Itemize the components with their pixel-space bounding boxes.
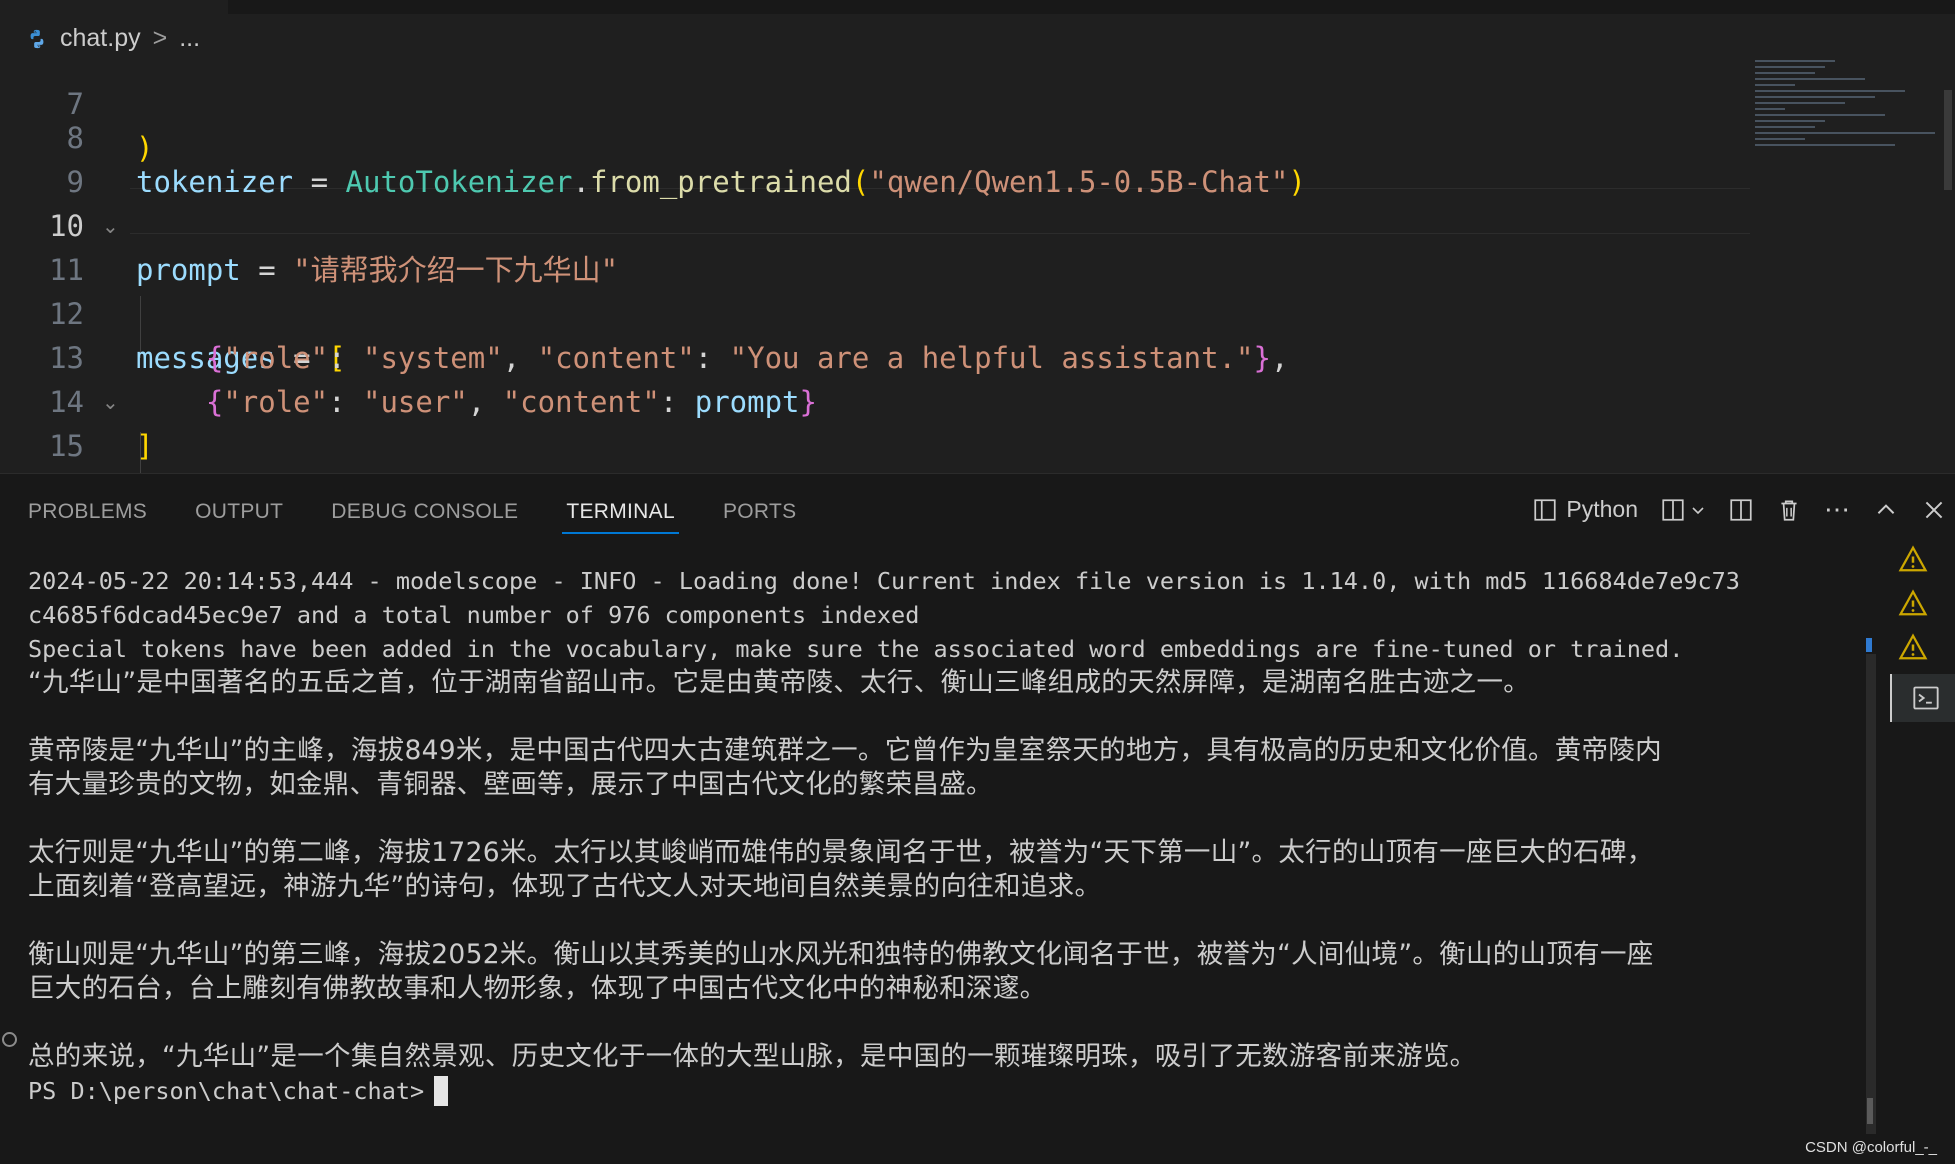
close-icon[interactable] (1921, 497, 1947, 523)
terminal-shell-selector[interactable]: Python (1532, 496, 1638, 523)
code-line[interactable]: 9 (0, 116, 1760, 199)
code-line[interactable]: 14 ] (0, 336, 1760, 463)
tab-ports[interactable]: PORTS (723, 500, 796, 532)
tab-debug-console[interactable]: DEBUG CONSOLE (331, 500, 518, 532)
response-line: 总的来说，“九华山”是一个集自然景观、历史文化于一体的大型山脉，是中国的一颗璀璨… (28, 1041, 1477, 1072)
terminal-line: 2024-05-22 20:14:53,444 - modelscope - I… (28, 567, 1740, 595)
warning-icon[interactable] (1898, 632, 1928, 662)
breadcrumb-file[interactable]: chat.py (60, 24, 141, 53)
trash-icon[interactable] (1776, 497, 1802, 523)
command-decoration-icon[interactable] (2, 1032, 17, 1047)
fold-chevron-icon[interactable]: ⌄ (102, 204, 119, 248)
response-line: 巨大的石台，台上雕刻有佛教故事和人物形象，体现了中国古代文化中的神秘和深邃。 (28, 973, 1047, 1004)
breadcrumb-separator: > (152, 24, 168, 52)
terminal-instance-button[interactable] (1890, 674, 1955, 722)
response-line: 衡山则是“九华山”的第三峰，海拔2052米。衡山以其秀美的山水风光和独特的佛教文… (28, 939, 1654, 970)
shell-label: Python (1566, 496, 1638, 522)
terminal-output[interactable]: 2024-05-22 20:14:53,444 - modelscope - I… (28, 564, 1848, 1108)
code-line[interactable]: 10 prompt = "请帮我介绍一下九华山" (0, 160, 1760, 287)
python-file-icon (30, 29, 44, 48)
warning-icon[interactable] (1898, 588, 1928, 618)
split-dropdown-button[interactable] (1660, 497, 1706, 523)
terminal-cursor (434, 1076, 449, 1106)
chevron-up-icon[interactable] (1873, 497, 1899, 523)
editor-scrollbar[interactable] (1944, 90, 1952, 190)
watermark: CSDN @colorful_-_ (1805, 1139, 1937, 1156)
minimap[interactable] (1755, 60, 1955, 240)
warning-icon[interactable] (1898, 544, 1928, 574)
fold-chevron-icon[interactable]: ⌄ (102, 380, 119, 424)
breadcrumb-more[interactable]: ... (179, 24, 200, 53)
split-terminal-icon (1534, 498, 1557, 521)
scroll-marker (1866, 638, 1872, 652)
terminal-prompt-line[interactable]: PS D:\person\chat\chat-chat> (28, 1074, 1848, 1108)
scroll-thumb[interactable] (1867, 1098, 1873, 1124)
more-actions-icon[interactable]: ⋯ (1824, 494, 1851, 525)
code-editor[interactable]: 7 ) 8 tokenizer = AutoTokenizer.from_pre… (0, 60, 1955, 473)
breadcrumb-bar: chat.py > ... (0, 0, 1955, 60)
response-line: “九华山”是中国著名的五岳之首，位于湖南省韶山市。它是由黄帝陵、太行、衡山三峰组… (28, 667, 1531, 698)
bottom-panel: PROBLEMS OUTPUT DEBUG CONSOLE TERMINAL P… (0, 473, 1955, 1164)
panel-tabs: PROBLEMS OUTPUT DEBUG CONSOLE TERMINAL P… (28, 500, 796, 534)
panel-toolbar: Python ⋯ (1532, 494, 1947, 525)
terminal-line: c4685f6dcad45ec9e7 and a total number of… (28, 601, 920, 629)
breadcrumb: chat.py > ... (26, 24, 200, 53)
editor-tab-strip (228, 0, 1955, 14)
chevron-down-icon (1692, 506, 1704, 514)
tab-output[interactable]: OUTPUT (195, 500, 283, 532)
response-line: 有大量珍贵的文物，如金鼎、青铜器、壁画等，展示了中国古代文化的繁荣昌盛。 (28, 769, 993, 800)
code-line[interactable]: 15 ⌄ text = tokenizer.apply_chat_templat… (0, 380, 1760, 463)
code-line[interactable]: 13 {"role": "user", "content": prompt} (0, 292, 1760, 419)
layout-icon (1662, 498, 1684, 521)
code-line[interactable]: 8 tokenizer = AutoTokenizer.from_pretrai… (0, 72, 1760, 199)
terminal-scrollbar[interactable] (1866, 638, 1876, 1134)
terminal-icon (1913, 686, 1939, 710)
response-line: 黄帝陵是“九华山”的主峰，海拔849米，是中国古代四大古建筑群之一。它曾作为皇室… (28, 735, 1662, 766)
tab-problems[interactable]: PROBLEMS (28, 500, 147, 532)
response-line: 太行则是“九华山”的第二峰，海拔1726米。太行以其峻峭而雄伟的景象闻名于世，被… (28, 837, 1654, 868)
response-line: 上面刻着“登高望远，神游九华”的诗句，体现了古代文人对天地间自然美景的向往和追求… (28, 871, 1102, 902)
split-editor-icon[interactable] (1728, 497, 1754, 523)
shell-prompt: PS D:\person\chat\chat-chat> (28, 1077, 425, 1105)
code-line[interactable]: 16 messages, (0, 424, 1760, 468)
code-line[interactable]: 11 ⌄ messages = [ (0, 204, 1760, 375)
terminal-line: Special tokens have been added in the vo… (28, 635, 1684, 663)
tab-terminal[interactable]: TERMINAL (562, 500, 679, 534)
terminal-list (1890, 544, 1955, 676)
code-line[interactable]: 12 {"role": "system", "content": "You ar… (0, 248, 1760, 375)
